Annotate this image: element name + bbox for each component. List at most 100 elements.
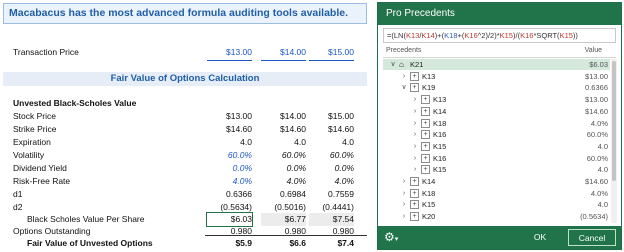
- tree-row[interactable]: › + K16 60.0%: [383, 129, 610, 140]
- collapse-chevron-icon[interactable]: ›: [411, 129, 419, 140]
- cell[interactable]: $14.60: [261, 123, 306, 136]
- cell-ref-icon: +: [421, 165, 430, 175]
- cell[interactable]: 4.0: [309, 136, 354, 149]
- cell[interactable]: 0.0%: [309, 162, 354, 175]
- cancel-button[interactable]: Cancel: [568, 229, 616, 246]
- ok-button[interactable]: OK: [516, 229, 564, 246]
- expand-chevron-icon[interactable]: ∨: [389, 59, 397, 70]
- formula-ref: K13: [405, 31, 420, 40]
- tree-row-name: K18: [433, 118, 447, 128]
- tree-row-name: K14: [422, 177, 436, 186]
- formula-ref: K14: [421, 31, 435, 40]
- collapse-chevron-icon[interactable]: ›: [400, 188, 408, 199]
- collapse-chevron-icon[interactable]: ›: [411, 153, 419, 164]
- row-label[interactable]: Dividend Yield: [13, 162, 67, 175]
- cell[interactable]: 60.0%: [261, 149, 306, 162]
- stock-price-row: Stock Price $13.00 $14.00 $15.00: [0, 110, 370, 123]
- cell[interactable]: $15.00: [309, 110, 354, 123]
- tree-row[interactable]: › + K18 4.0%: [383, 118, 610, 129]
- fair-value-row: Fair Value of Unvested Options $5.9 $6.6…: [0, 237, 370, 250]
- cell-ref-icon: +: [421, 95, 430, 105]
- section-title[interactable]: Fair Value of Options Calculation: [3, 72, 367, 86]
- tree-row-value: 60.0%: [586, 153, 608, 163]
- cell-ref-icon: +: [421, 141, 430, 151]
- gear-icon[interactable]: ⚙▾: [384, 230, 410, 245]
- tree-row-name: K13: [422, 71, 436, 81]
- tree-row[interactable]: ∨ + K19 0.6366: [383, 82, 610, 93]
- tree-row-name: K15: [433, 165, 447, 175]
- banner[interactable]: Macabacus has the most advanced formula …: [3, 3, 367, 24]
- collapse-chevron-icon[interactable]: ›: [411, 118, 419, 129]
- expand-chevron-icon[interactable]: ∨: [400, 82, 408, 93]
- cell[interactable]: 4.0%: [309, 175, 354, 188]
- cell[interactable]: $14.00: [261, 110, 306, 123]
- tree-row[interactable]: › + K15 4.0: [383, 164, 610, 175]
- collapse-chevron-icon[interactable]: ›: [411, 164, 419, 175]
- formula-box[interactable]: =(LN(K13/K14)+(K18+(K16^2)/2)*K15)/(K16*…: [383, 28, 616, 43]
- tree-row[interactable]: › + K14 $14.60: [383, 176, 610, 187]
- cell[interactable]: $15.00: [309, 46, 354, 61]
- scrollbar-thumb[interactable]: [612, 61, 616, 181]
- cell-ref-icon: +: [410, 200, 419, 210]
- cell[interactable]: 4.0: [261, 136, 306, 149]
- formula-text: )): [572, 31, 578, 40]
- value-column-header[interactable]: Value: [585, 47, 602, 54]
- strike-price-row: Strike Price $14.60 $14.60 $14.60: [0, 123, 370, 136]
- cell[interactable]: $7.4: [309, 237, 354, 250]
- row-label[interactable]: Volatility: [13, 149, 44, 162]
- collapse-chevron-icon[interactable]: ›: [411, 141, 419, 152]
- row-label[interactable]: Stock Price: [13, 110, 56, 123]
- cell[interactable]: $14.60: [207, 123, 252, 136]
- cell[interactable]: $13.00: [207, 110, 252, 123]
- collapse-chevron-icon[interactable]: ›: [411, 106, 419, 117]
- cell[interactable]: 0.0%: [207, 162, 252, 175]
- collapse-chevron-icon[interactable]: ›: [411, 94, 419, 105]
- tree-row[interactable]: › + K18 4.0%: [383, 188, 610, 199]
- tree-row-name: K16: [433, 153, 447, 163]
- cell[interactable]: 0.6366: [207, 188, 252, 201]
- collapse-chevron-icon[interactable]: ›: [400, 176, 408, 187]
- row-label[interactable]: d1: [13, 188, 22, 201]
- tree-row-name: K15: [433, 141, 447, 151]
- tree-row[interactable]: › + K13 $13.00: [383, 94, 610, 105]
- total-rule: [205, 235, 367, 236]
- cell[interactable]: 0.7559: [309, 188, 354, 201]
- row-label[interactable]: Risk-Free Rate: [13, 175, 70, 188]
- tree-row[interactable]: › + K20 (0.5634): [383, 211, 610, 222]
- cell[interactable]: $13.00: [207, 46, 252, 61]
- tree-row[interactable]: › + K15 4.0: [383, 141, 610, 152]
- cell[interactable]: $5.9: [207, 237, 252, 250]
- tree-row-value: 4.0: [597, 200, 608, 210]
- cell[interactable]: 60.0%: [309, 149, 354, 162]
- row-label[interactable]: Expiration: [13, 136, 51, 149]
- tree-row[interactable]: › + K16 60.0%: [383, 153, 610, 164]
- row-label[interactable]: Unvested Black-Scholes Value: [13, 97, 136, 110]
- collapse-chevron-icon[interactable]: ›: [400, 199, 408, 210]
- tree-row[interactable]: › + K15 4.0: [383, 199, 610, 210]
- expiration-row: Expiration 4.0 4.0 4.0: [0, 136, 370, 149]
- row-label[interactable]: Fair Value of Unvested Options: [27, 237, 153, 250]
- tree-row[interactable]: ∨ ⌂ K21 $6.03: [383, 59, 610, 70]
- row-label[interactable]: Transaction Price: [13, 46, 79, 59]
- cell-ref-icon: +: [421, 130, 430, 140]
- vertical-scrollbar[interactable]: [611, 59, 617, 223]
- cell[interactable]: $6.6: [261, 237, 306, 250]
- row-label[interactable]: Strike Price: [13, 123, 56, 136]
- collapse-chevron-icon[interactable]: ›: [400, 71, 408, 82]
- tree-row[interactable]: › + K14 $14.60: [383, 106, 610, 117]
- tree-row[interactable]: › + K13 $13.00: [383, 71, 610, 82]
- cell[interactable]: $14.60: [309, 123, 354, 136]
- cell[interactable]: 0.6984: [261, 188, 306, 201]
- cell[interactable]: 4.0%: [261, 175, 306, 188]
- cell[interactable]: 60.0%: [207, 149, 252, 162]
- collapse-chevron-icon[interactable]: ›: [400, 211, 408, 222]
- cell[interactable]: 0.0%: [261, 162, 306, 175]
- formula-ref: K16: [464, 31, 478, 40]
- cell[interactable]: 4.0: [207, 136, 252, 149]
- precedents-column-header[interactable]: Precedents: [386, 47, 421, 54]
- tree-row-value: (0.5634): [580, 212, 608, 222]
- cell[interactable]: 4.0%: [207, 175, 252, 188]
- cell[interactable]: $14.00: [261, 46, 306, 61]
- tree-row-value: $14.60: [585, 106, 608, 116]
- window-title[interactable]: Pro Precedents: [378, 3, 621, 25]
